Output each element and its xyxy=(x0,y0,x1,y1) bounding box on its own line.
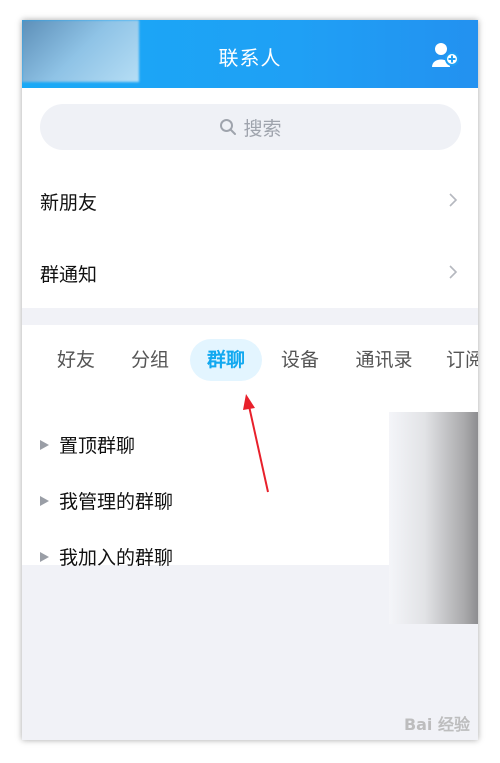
group-joined[interactable]: 我加入的群聊 xyxy=(40,543,173,570)
chevron-right-icon xyxy=(449,265,458,279)
tab-groups[interactable]: 分组 xyxy=(122,339,178,381)
group-label: 我管理的群聊 xyxy=(59,491,174,513)
search-icon xyxy=(220,119,237,135)
search-placeholder: 搜索 xyxy=(243,117,282,140)
header-bar: 联系人 xyxy=(22,20,478,88)
tab-friends[interactable]: 好友 xyxy=(48,339,104,381)
expand-triangle-icon xyxy=(40,439,49,450)
watermark: Bai 经验 xyxy=(403,715,470,734)
new-friends-label: 新朋友 xyxy=(40,191,98,214)
group-managed[interactable]: 我管理的群聊 xyxy=(40,487,173,514)
tab-address-book[interactable]: 通讯录 xyxy=(348,339,420,381)
tab-devices[interactable]: 设备 xyxy=(272,339,328,381)
tab-group-chats[interactable]: 群聊 xyxy=(190,339,262,381)
expand-triangle-icon xyxy=(40,495,49,506)
tab-subscriptions[interactable]: 订阅 xyxy=(446,339,478,381)
group-label: 置顶群聊 xyxy=(59,435,136,457)
blurred-overlay xyxy=(389,412,478,624)
group-label: 我加入的群聊 xyxy=(59,547,174,569)
new-friends-row[interactable]: 新朋友 xyxy=(22,166,478,236)
chevron-right-icon xyxy=(449,193,458,207)
add-contact-icon[interactable] xyxy=(432,42,460,68)
tab-bar: 好友 分组 群聊 设备 通讯录 订阅 xyxy=(22,339,478,381)
phone-screen: 联系人 搜索 新朋友 群通知 好友 分组 群聊 设备 通讯录 订阅 置顶群聊 我… xyxy=(22,20,478,740)
search-input[interactable]: 搜索 xyxy=(40,104,461,150)
expand-triangle-icon xyxy=(40,551,49,562)
group-pinned[interactable]: 置顶群聊 xyxy=(40,431,135,458)
annotation-arrow-icon xyxy=(243,394,269,493)
group-notice-label: 群通知 xyxy=(40,263,98,286)
group-notice-row[interactable]: 群通知 xyxy=(22,238,478,308)
page-title: 联系人 xyxy=(218,46,282,70)
